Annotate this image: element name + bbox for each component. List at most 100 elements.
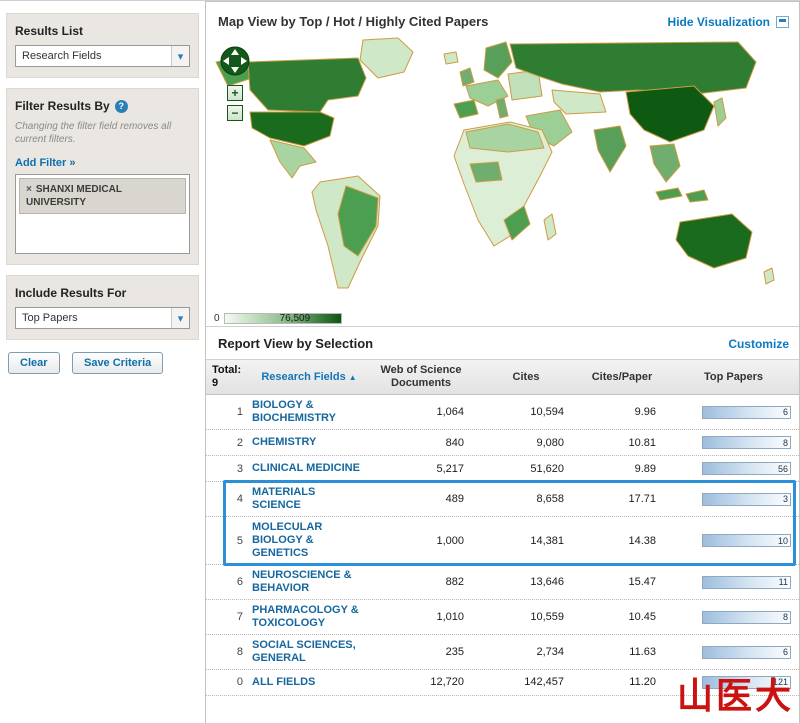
- row-cites-per-paper: 10.45: [576, 611, 668, 623]
- field-link[interactable]: BIOLOGY & BIOCHEMISTRY: [252, 399, 366, 425]
- results-list-title: Results List: [15, 24, 190, 38]
- top-papers-bar: 8: [702, 436, 791, 449]
- results-list-block: Results List Research Fields ▾: [6, 13, 199, 78]
- field-link[interactable]: MOLECULAR BIOLOGY & GENETICS: [252, 521, 366, 560]
- row-documents: 12,720: [366, 676, 476, 688]
- zoom-in-button[interactable]: +: [227, 85, 243, 101]
- row-documents: 1,064: [366, 406, 476, 418]
- field-link[interactable]: MATERIALS SCIENCE: [252, 486, 366, 512]
- filter-note: Changing the filter field removes all cu…: [15, 120, 190, 146]
- row-rank: 4: [206, 493, 252, 505]
- filter-chip[interactable]: ×SHANXI MEDICAL UNIVERSITY: [19, 178, 186, 214]
- table-row: 4 MATERIALS SCIENCE 489 8,658 17.71 3: [206, 482, 799, 517]
- field-link[interactable]: ALL FIELDS: [252, 676, 366, 689]
- column-header-documents[interactable]: Web of Science Documents: [366, 364, 476, 390]
- help-icon[interactable]: ?: [115, 100, 128, 113]
- remove-filter-icon[interactable]: ×: [26, 184, 32, 195]
- top-papers-value: 10: [778, 536, 790, 546]
- total-count: Total: 9: [206, 364, 252, 390]
- column-header-cites-per-paper[interactable]: Cites/Paper: [576, 371, 668, 384]
- row-rank: 0: [206, 676, 252, 688]
- row-cites: 142,457: [476, 676, 576, 688]
- table-row: 7 PHARMACOLOGY & TOXICOLOGY 1,010 10,559…: [206, 600, 799, 635]
- table-row: 6 NEUROSCIENCE & BEHAVIOR 882 13,646 15.…: [206, 565, 799, 600]
- collapse-icon[interactable]: [776, 16, 789, 28]
- sidebar-buttons: Clear Save Criteria: [8, 352, 205, 374]
- row-cites: 10,559: [476, 611, 576, 623]
- top-papers-bar: 6: [702, 646, 791, 659]
- page: Results List Research Fields ▾ Filter Re…: [0, 0, 800, 723]
- save-criteria-button[interactable]: Save Criteria: [72, 352, 163, 374]
- row-cites-per-paper: 10.81: [576, 437, 668, 449]
- table-row: 8 SOCIAL SCIENCES, GENERAL 235 2,734 11.…: [206, 635, 799, 670]
- row-documents: 489: [366, 493, 476, 505]
- filter-chip-label: SHANXI MEDICAL UNIVERSITY: [26, 184, 122, 208]
- row-documents: 5,217: [366, 463, 476, 475]
- top-papers-cell: 10: [668, 534, 799, 547]
- top-papers-cell: 6: [668, 406, 799, 419]
- row-cites-per-paper: 9.96: [576, 406, 668, 418]
- report-table: Total: 9 Research Fields ▲ Web of Scienc…: [206, 359, 799, 696]
- row-cites: 2,734: [476, 646, 576, 658]
- field-link[interactable]: CHEMISTRY: [252, 436, 366, 449]
- row-rank: 3: [206, 463, 252, 475]
- field-link[interactable]: NEUROSCIENCE & BEHAVIOR: [252, 569, 366, 595]
- row-cites: 8,658: [476, 493, 576, 505]
- add-filter-link[interactable]: Add Filter »: [15, 157, 76, 169]
- active-filters-box: ×SHANXI MEDICAL UNIVERSITY: [15, 174, 190, 254]
- sidebar: Results List Research Fields ▾ Filter Re…: [0, 1, 205, 723]
- legend-max: 76,509: [280, 313, 311, 324]
- row-documents: 1,000: [366, 535, 476, 547]
- top-papers-bar: 6: [702, 406, 791, 419]
- top-papers-value: 8: [783, 438, 790, 448]
- table-row: 1 BIOLOGY & BIOCHEMISTRY 1,064 10,594 9.…: [206, 395, 799, 430]
- table-row: 3 CLINICAL MEDICINE 5,217 51,620 9.89 56: [206, 456, 799, 482]
- top-papers-bar: 8: [702, 611, 791, 624]
- row-documents: 235: [366, 646, 476, 658]
- field-link[interactable]: CLINICAL MEDICINE: [252, 462, 366, 475]
- row-documents: 840: [366, 437, 476, 449]
- world-map[interactable]: [208, 34, 798, 306]
- top-papers-value: 56: [778, 464, 790, 474]
- chevron-down-icon[interactable]: ▾: [171, 46, 189, 66]
- row-rank: 6: [206, 576, 252, 588]
- table-row: 2 CHEMISTRY 840 9,080 10.81 8: [206, 430, 799, 456]
- row-rank: 7: [206, 611, 252, 623]
- top-papers-bar: 3: [702, 493, 791, 506]
- field-link[interactable]: SOCIAL SCIENCES, GENERAL: [252, 639, 366, 665]
- row-cites-per-paper: 11.20: [576, 676, 668, 688]
- row-cites: 10,594: [476, 406, 576, 418]
- clear-button[interactable]: Clear: [8, 352, 60, 374]
- row-cites-per-paper: 17.71: [576, 493, 668, 505]
- table-body: 1 BIOLOGY & BIOCHEMISTRY 1,064 10,594 9.…: [206, 395, 799, 696]
- top-papers-value: 8: [783, 612, 790, 622]
- top-papers-value: 3: [783, 494, 790, 504]
- row-cites-per-paper: 14.38: [576, 535, 668, 547]
- zoom-out-button[interactable]: −: [227, 105, 243, 121]
- column-header-cites[interactable]: Cites: [476, 371, 576, 384]
- pan-control-icon[interactable]: [220, 46, 250, 76]
- filter-block: Filter Results By? Changing the filter f…: [6, 88, 199, 265]
- top-papers-cell: 6: [668, 646, 799, 659]
- map-controls: + −: [220, 46, 250, 121]
- customize-link[interactable]: Customize: [728, 337, 789, 351]
- watermark: 山医大: [677, 667, 794, 719]
- column-header-research-fields[interactable]: Research Fields ▲: [252, 371, 366, 384]
- top-papers-value: 6: [783, 407, 790, 417]
- results-list-dropdown[interactable]: Research Fields ▾: [15, 45, 190, 67]
- column-header-top-papers[interactable]: Top Papers: [668, 371, 799, 384]
- results-list-value: Research Fields: [22, 50, 101, 62]
- include-results-block: Include Results For Top Papers ▾: [6, 275, 199, 340]
- row-rank: 8: [206, 646, 252, 658]
- report-title: Report View by Selection: [218, 336, 373, 351]
- top-papers-value: 11: [779, 577, 790, 587]
- field-link[interactable]: PHARMACOLOGY & TOXICOLOGY: [252, 604, 366, 630]
- chevron-down-icon[interactable]: ▾: [171, 308, 189, 328]
- top-papers-bar: 56: [702, 462, 791, 475]
- highlight-box: 4 MATERIALS SCIENCE 489 8,658 17.71 3 5 …: [206, 482, 799, 565]
- top-papers-value: 6: [783, 647, 790, 657]
- row-cites: 9,080: [476, 437, 576, 449]
- hide-visualization-link[interactable]: Hide Visualization: [668, 15, 789, 29]
- include-results-dropdown[interactable]: Top Papers ▾: [15, 307, 190, 329]
- row-rank: 5: [206, 535, 252, 547]
